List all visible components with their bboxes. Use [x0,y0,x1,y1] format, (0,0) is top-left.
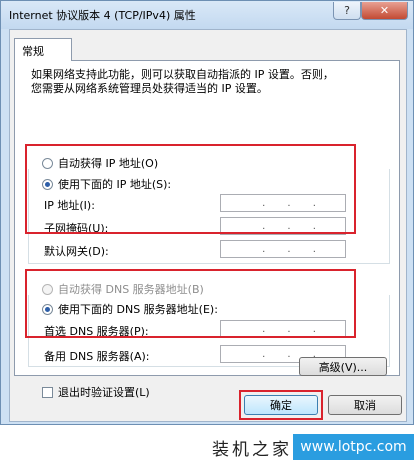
dialog-window: Internet 协议版本 4 (TCP/IPv4) 属性 ? ✕ 常规 如果网… [0,0,414,425]
watermark-bar: 装机之家 www.lotpc.com [0,426,414,468]
description-line-1: 如果网络支持此功能，则可以获取自动指派的 IP 设置。否则， [31,68,334,81]
dns-highlight-box [25,269,356,338]
title-bar: Internet 协议版本 4 (TCP/IPv4) 属性 ? ✕ [1,1,413,29]
watermark-url-badge: www.lotpc.com [293,434,414,460]
default-gateway-label: 默认网关(D): [44,245,109,258]
close-button[interactable]: ✕ [361,2,408,20]
close-icon: ✕ [379,4,390,17]
validate-option[interactable]: 退出时验证设置(L) [42,384,150,400]
help-icon: ? [344,4,350,17]
description-line-2: 您需要从网络系统管理员处获得适当的 IP 设置。 [31,82,268,95]
ok-button[interactable]: 确定 [244,395,318,415]
alternate-dns-label: 备用 DNS 服务器(A): [44,350,150,363]
default-gateway-input[interactable]: ... [220,240,346,258]
advanced-button[interactable]: 高级(V)... [299,357,387,376]
validate-checkbox[interactable] [42,386,53,398]
cancel-button[interactable]: 取消 [328,395,402,415]
ip-highlight-box [25,144,356,234]
tab-general-label: 常规 [22,45,44,58]
dialog-body: 常规 如果网络支持此功能，则可以获取自动指派的 IP 设置。否则， 您需要从网络… [9,29,407,422]
validate-label: 退出时验证设置(L) [58,386,150,399]
help-button[interactable]: ? [333,2,361,20]
watermark-text: 装机之家 [212,440,292,460]
window-title: Internet 协议版本 4 (TCP/IPv4) 属性 [9,9,196,22]
watermark-url: www.lotpc.com [300,439,407,455]
tab-general[interactable]: 常规 [14,38,72,61]
description-text: 如果网络支持此功能，则可以获取自动指派的 IP 设置。否则， 您需要从网络系统管… [31,68,391,96]
